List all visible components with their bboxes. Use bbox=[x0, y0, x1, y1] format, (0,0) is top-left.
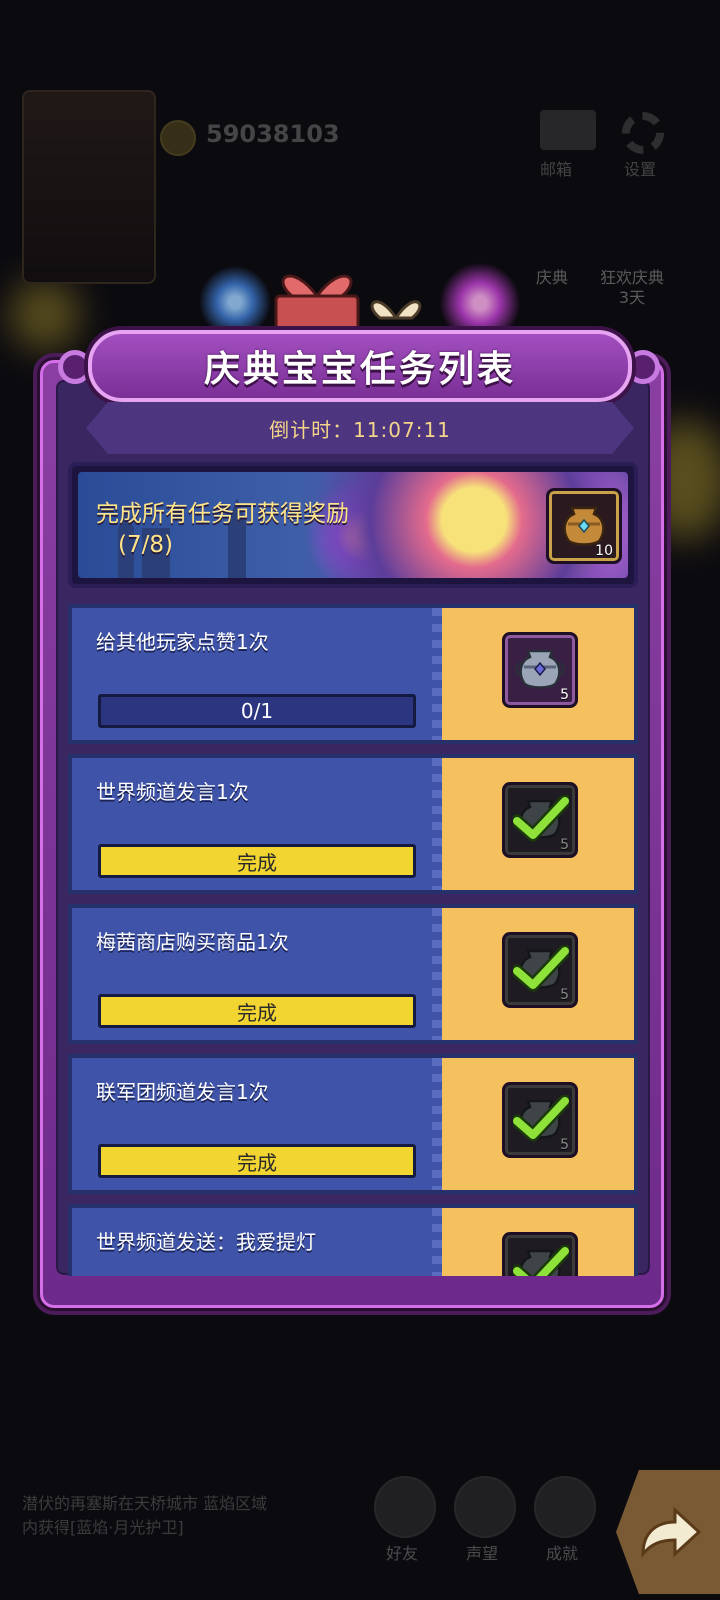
achievement-icon[interactable] bbox=[534, 1476, 596, 1538]
friends-icon[interactable] bbox=[374, 1476, 436, 1538]
task-progress-bar: 完成 bbox=[98, 844, 416, 878]
title-ornament bbox=[58, 350, 92, 384]
curved-arrow-icon bbox=[641, 1506, 702, 1559]
mail-icon[interactable] bbox=[540, 110, 596, 150]
task-progress-text: 0/1 bbox=[240, 699, 274, 723]
bottom-nav-label: 成就 bbox=[546, 1544, 579, 1563]
task-progress-bar: 完成 bbox=[98, 1144, 416, 1178]
task-list[interactable]: 给其他玩家点赞1次 0/1 5 世界频道发言1次 完成 5 梅茜商店购买商品1次… bbox=[68, 600, 640, 1276]
mail-label: 邮箱 bbox=[540, 160, 573, 179]
task-progress-bar: 0/1 bbox=[98, 694, 416, 728]
event-label[interactable]: 狂欢庆典 3天 bbox=[600, 268, 664, 308]
item-count: 10 bbox=[595, 543, 613, 559]
gold-coin-icon bbox=[160, 120, 196, 156]
bottom-nav-label: 好友 bbox=[386, 1544, 419, 1563]
item-count: 5 bbox=[560, 687, 569, 703]
reward-item-slot[interactable]: 10 bbox=[546, 488, 622, 564]
task-progress-bar: 完成 bbox=[98, 994, 416, 1028]
reward-title: 完成所有任务可获得奖励 bbox=[96, 501, 349, 527]
chat-line: 内获得[蓝焰·月光护卫] bbox=[22, 1518, 184, 1537]
task-reward-slot[interactable]: 5 bbox=[502, 782, 578, 858]
task-info: 世界频道发言1次 完成 bbox=[68, 754, 442, 894]
task-info: 世界频道发送：我爱提灯 bbox=[68, 1204, 442, 1276]
reward-progress: (7/8) bbox=[118, 532, 173, 558]
task-name: 联军团频道发言1次 bbox=[96, 1080, 269, 1104]
item-count: 5 bbox=[560, 837, 569, 853]
task-reward-slot[interactable]: 5 bbox=[502, 1232, 578, 1276]
title-plate: 庆典宝宝任务列表 bbox=[88, 330, 632, 402]
check-icon bbox=[513, 945, 569, 992]
task-info: 梅茜商店购买商品1次 完成 bbox=[68, 904, 442, 1044]
silver-urn-icon bbox=[515, 649, 565, 689]
firework-glow bbox=[10, 280, 80, 350]
countdown-bar: 倒计时：11:07:11 bbox=[86, 402, 634, 454]
task-progress-text: 完成 bbox=[237, 1000, 277, 1025]
task-info: 联军团频道发言1次 完成 bbox=[68, 1054, 442, 1194]
event-label[interactable]: 庆典 bbox=[536, 268, 568, 288]
task-row: 世界频道发言1次 完成 5 bbox=[68, 754, 640, 894]
chat-line: 潜伏的再塞斯在天桥城市 蓝焰区域 bbox=[22, 1494, 268, 1513]
task-row: 给其他玩家点赞1次 0/1 5 bbox=[68, 604, 640, 744]
bottom-nav-label: 声望 bbox=[466, 1544, 499, 1563]
countdown-timer: 倒计时：11:07:11 bbox=[269, 417, 451, 442]
task-name: 给其他玩家点赞1次 bbox=[96, 630, 269, 654]
task-reward-slot[interactable]: 5 bbox=[502, 1082, 578, 1158]
player-avatar[interactable] bbox=[22, 90, 156, 284]
check-icon bbox=[513, 1245, 569, 1276]
task-reward-slot[interactable]: 5 bbox=[502, 632, 578, 708]
gear-icon[interactable] bbox=[622, 112, 664, 154]
item-count: 5 bbox=[560, 987, 569, 1003]
panel-title: 庆典宝宝任务列表 bbox=[203, 349, 516, 390]
task-name: 世界频道发送：我爱提灯 bbox=[96, 1230, 316, 1254]
task-info: 给其他玩家点赞1次 0/1 bbox=[68, 604, 442, 744]
task-progress-text: 完成 bbox=[237, 850, 277, 875]
task-reward-slot[interactable]: 5 bbox=[502, 932, 578, 1008]
check-icon bbox=[513, 1095, 569, 1142]
task-row: 世界频道发送：我爱提灯 5 bbox=[68, 1204, 640, 1276]
gold-amount: 59038103 bbox=[206, 120, 340, 148]
task-progress-text: 完成 bbox=[237, 1150, 277, 1175]
task-name: 梅茜商店购买商品1次 bbox=[96, 930, 289, 954]
reputation-icon[interactable] bbox=[454, 1476, 516, 1538]
task-name: 世界频道发言1次 bbox=[96, 780, 249, 804]
task-row: 联军团频道发言1次 完成 5 bbox=[68, 1054, 640, 1194]
task-row: 梅茜商店购买商品1次 完成 5 bbox=[68, 904, 640, 1044]
settings-label: 设置 bbox=[624, 160, 657, 179]
check-icon bbox=[513, 795, 569, 842]
item-count: 5 bbox=[560, 1137, 569, 1153]
